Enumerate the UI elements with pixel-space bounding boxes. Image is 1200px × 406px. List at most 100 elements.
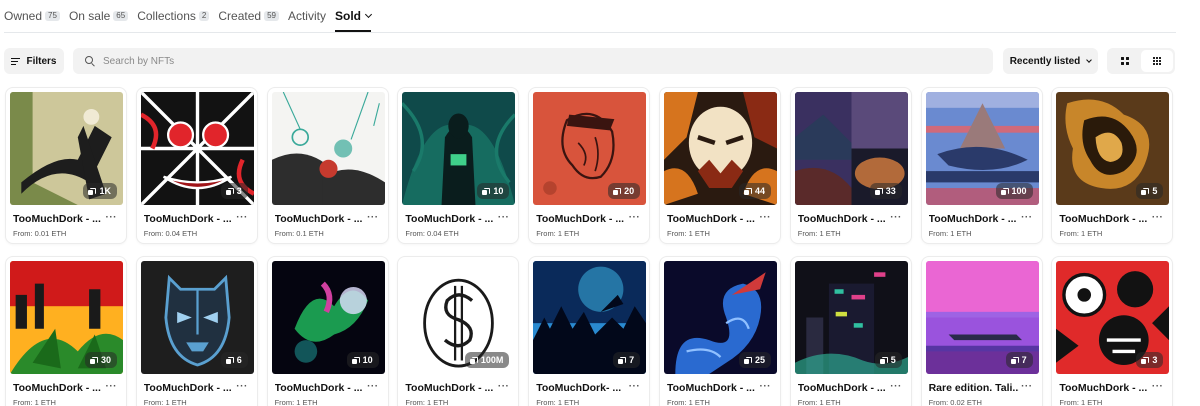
nft-artwork-image[interactable]: 5 bbox=[794, 261, 908, 374]
nft-card[interactable]: 25 TooMuchDork - ... ··· From: 1 ETH bbox=[658, 256, 781, 406]
nft-artwork-image[interactable]: 7 bbox=[533, 261, 647, 374]
nft-title[interactable]: TooMuchDork - ... bbox=[1059, 382, 1149, 394]
sort-dropdown[interactable]: Recently listed bbox=[1003, 48, 1098, 74]
nft-artwork-image[interactable]: 10 bbox=[271, 261, 385, 374]
more-options-icon[interactable]: ··· bbox=[890, 212, 902, 223]
more-options-icon[interactable]: ··· bbox=[236, 381, 248, 392]
more-options-icon[interactable]: ··· bbox=[890, 381, 902, 392]
nft-title[interactable]: TooMuchDork - ... bbox=[1059, 213, 1149, 225]
nft-artwork-image[interactable]: 44 bbox=[663, 92, 777, 205]
edition-count-badge: 5 bbox=[874, 352, 902, 368]
more-options-icon[interactable]: ··· bbox=[629, 381, 641, 392]
view-large-grid-button[interactable] bbox=[1109, 50, 1141, 72]
edition-count: 30 bbox=[100, 355, 111, 365]
more-options-icon[interactable]: ··· bbox=[1152, 381, 1164, 392]
nft-title[interactable]: TooMuchDork - ... bbox=[798, 382, 888, 394]
nft-artwork-image[interactable]: 10 bbox=[402, 92, 516, 205]
nft-card[interactable]: 33 TooMuchDork - ... ··· From: 1 ETH bbox=[789, 87, 912, 244]
nft-artwork-image[interactable]: 30 bbox=[10, 261, 123, 374]
profile-tabs: Owned 75 On sale 65 Collections 2 Created 59… bbox=[4, 0, 1176, 33]
nft-title[interactable]: TooMuchDork - ... bbox=[144, 213, 234, 225]
tab-activity[interactable]: Activity bbox=[288, 0, 326, 33]
nft-card[interactable]: 100 TooMuchDork - ... ··· From: 1 ETH bbox=[920, 87, 1043, 244]
tab-sold[interactable]: Sold bbox=[334, 0, 373, 33]
nft-card[interactable]: 10 TooMuchDork - ... ··· From: 1 ETH bbox=[266, 256, 389, 406]
nft-artwork-image[interactable] bbox=[271, 92, 385, 205]
nft-price: From: 0.1 ETH bbox=[274, 229, 324, 238]
nft-title[interactable]: TooMuchDork - ... bbox=[13, 213, 103, 225]
nft-card[interactable]: TooMuchDork - ... ··· From: 0.1 ETH bbox=[266, 87, 389, 244]
nft-title[interactable]: TooMuchDork - ... bbox=[929, 213, 1019, 225]
nft-artwork-image[interactable]: 6 bbox=[140, 261, 254, 374]
nft-card[interactable]: 3 TooMuchDork - ... ··· From: 0.04 ETH bbox=[135, 87, 258, 244]
nft-artwork-image[interactable]: 5 bbox=[1056, 92, 1170, 205]
more-options-icon[interactable]: ··· bbox=[759, 212, 771, 223]
nft-card[interactable]: 30 TooMuchDork - ... ··· From: 1 ETH bbox=[5, 256, 127, 406]
tab-owned[interactable]: Owned 75 bbox=[4, 0, 60, 33]
edition-count-badge: 1K bbox=[83, 183, 117, 199]
nft-title[interactable]: TooMuchDork - ... bbox=[667, 213, 757, 225]
nft-title[interactable]: TooMuchDork - ... bbox=[13, 382, 103, 394]
more-options-icon[interactable]: ··· bbox=[236, 212, 248, 223]
nft-card[interactable]: 44 TooMuchDork - ... ··· From: 1 ETH bbox=[658, 87, 781, 244]
nft-artwork-image[interactable]: 100 bbox=[925, 92, 1039, 205]
search-bar[interactable] bbox=[73, 48, 993, 74]
more-options-icon[interactable]: ··· bbox=[759, 381, 771, 392]
nft-title[interactable]: Rare edition. Tali... bbox=[929, 382, 1019, 394]
filters-label: Filters bbox=[26, 55, 57, 67]
nft-artwork-image[interactable]: 3 bbox=[1056, 261, 1170, 374]
nft-card[interactable]: 7 TooMuchDork- ... ··· From: 1 ETH bbox=[528, 256, 651, 406]
nft-artwork-image[interactable]: 7 bbox=[925, 261, 1039, 374]
view-small-grid-button[interactable] bbox=[1141, 50, 1173, 72]
search-input[interactable] bbox=[103, 55, 983, 67]
nft-artwork-image[interactable]: 100M bbox=[402, 261, 516, 374]
nft-title[interactable]: TooMuchDork - ... bbox=[405, 213, 495, 225]
nft-card[interactable]: 10 TooMuchDork - ... ··· From: 0.04 ETH bbox=[397, 87, 520, 244]
nft-card[interactable]: 6 TooMuchDork - ... ··· From: 1 ETH bbox=[135, 256, 258, 406]
nft-title[interactable]: TooMuchDork - ... bbox=[536, 213, 626, 225]
nft-title[interactable]: TooMuchDork - ... bbox=[798, 213, 888, 225]
nft-artwork-image[interactable]: 33 bbox=[794, 92, 908, 205]
nft-card[interactable]: 7 Rare edition. Tali... ··· From: 0.02 ETH bbox=[920, 256, 1043, 406]
more-options-icon[interactable]: ··· bbox=[1021, 212, 1033, 223]
nft-title[interactable]: TooMuchDork - ... bbox=[667, 382, 757, 394]
tab-collections[interactable]: Collections 2 bbox=[137, 0, 210, 33]
nft-card[interactable]: 1K TooMuchDork - ... ··· From: 0.01 ETH bbox=[5, 87, 127, 244]
nft-artwork-image[interactable]: 1K bbox=[10, 92, 123, 205]
more-options-icon[interactable]: ··· bbox=[1152, 212, 1164, 223]
more-options-icon[interactable]: ··· bbox=[629, 212, 641, 223]
more-options-icon[interactable]: ··· bbox=[106, 381, 118, 392]
edition-count: 100 bbox=[1011, 186, 1027, 196]
more-options-icon[interactable]: ··· bbox=[367, 381, 379, 392]
nft-price: From: 1 ETH bbox=[405, 398, 449, 406]
filters-button[interactable]: Filters bbox=[4, 48, 64, 74]
nft-price: From: 1 ETH bbox=[536, 229, 580, 238]
more-options-icon[interactable]: ··· bbox=[1021, 381, 1033, 392]
nft-title[interactable]: TooMuchDork- ... bbox=[536, 382, 626, 394]
nft-artwork-image[interactable]: 25 bbox=[663, 261, 777, 374]
nft-title[interactable]: TooMuchDork - ... bbox=[405, 382, 495, 394]
nft-card[interactable]: 100M TooMuchDork - ... ··· From: 1 ETH bbox=[397, 256, 520, 406]
nft-artwork-image[interactable]: 20 bbox=[533, 92, 647, 205]
more-options-icon[interactable]: ··· bbox=[498, 212, 510, 223]
tab-created[interactable]: Created 59 bbox=[218, 0, 279, 33]
nft-card[interactable]: 5 TooMuchDork - ... ··· From: 1 ETH bbox=[1051, 87, 1174, 244]
tab-on-sale[interactable]: On sale 65 bbox=[69, 0, 129, 33]
nft-card[interactable]: 20 TooMuchDork - ... ··· From: 1 ETH bbox=[528, 87, 651, 244]
edition-count-badge: 7 bbox=[1005, 352, 1033, 368]
nft-title[interactable]: TooMuchDork - ... bbox=[275, 213, 365, 225]
view-mode-toggle bbox=[1107, 48, 1175, 74]
more-options-icon[interactable]: ··· bbox=[106, 212, 118, 223]
nft-card[interactable]: 5 TooMuchDork - ... ··· From: 1 ETH bbox=[789, 256, 912, 406]
nft-card[interactable]: 3 TooMuchDork - ... ··· From: 1 ETH bbox=[1051, 256, 1174, 406]
more-options-icon[interactable]: ··· bbox=[498, 381, 510, 392]
chevron-down-icon bbox=[1086, 56, 1093, 63]
nft-title[interactable]: TooMuchDork - ... bbox=[275, 382, 365, 394]
nft-price: From: 1 ETH bbox=[666, 229, 710, 238]
nft-artwork-image[interactable]: 3 bbox=[140, 92, 254, 205]
edition-count: 6 bbox=[236, 355, 242, 365]
edition-count-badge: 3 bbox=[220, 183, 248, 199]
more-options-icon[interactable]: ··· bbox=[367, 212, 379, 223]
tab-label: Collections bbox=[137, 9, 196, 23]
nft-title[interactable]: TooMuchDork - ... bbox=[144, 382, 234, 394]
